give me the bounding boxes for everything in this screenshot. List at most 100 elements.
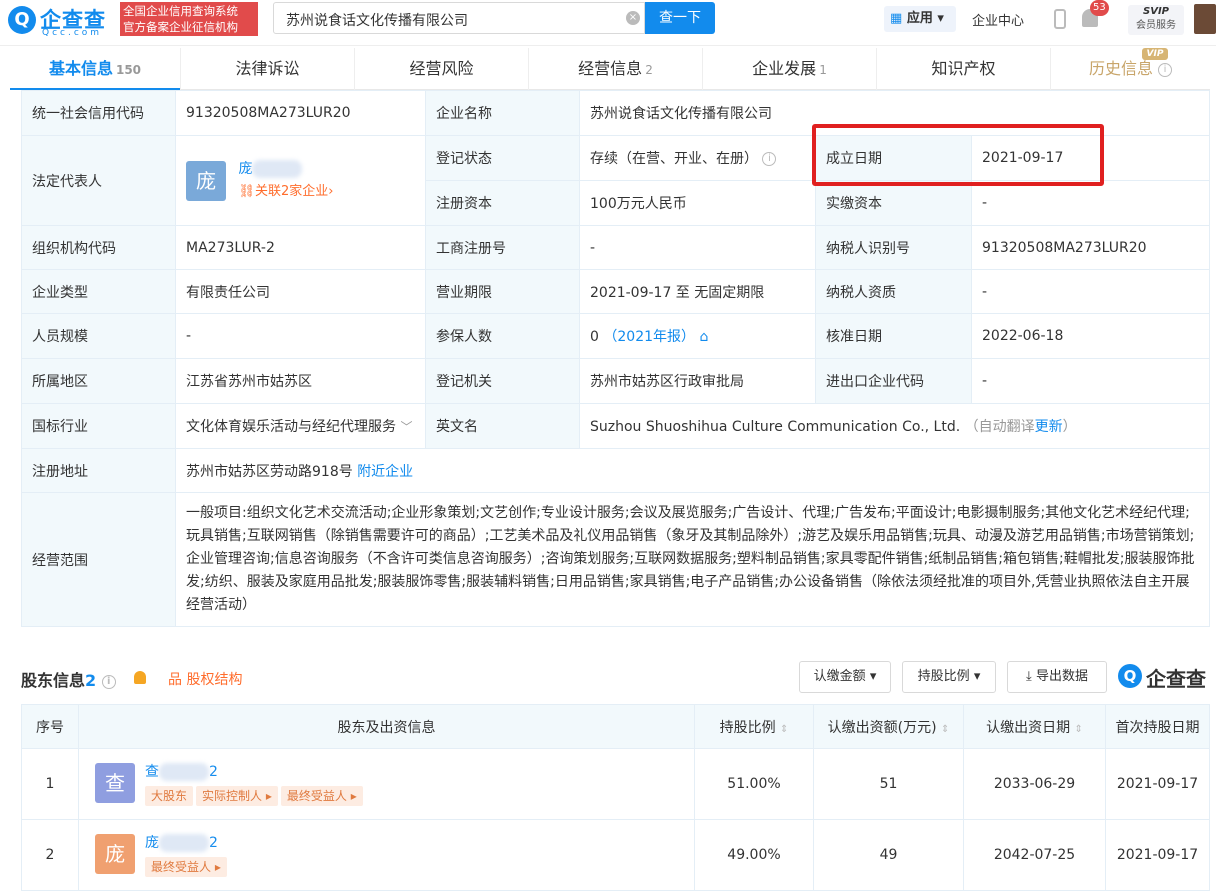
name-suffix: 2 — [209, 764, 218, 780]
shareholder-avatar[interactable]: 查 — [95, 763, 135, 803]
english-name-value: Suzhou Shuoshihua Culture Communication … — [590, 419, 961, 435]
address-value: 苏州市姑苏区劳动路918号 — [186, 463, 353, 480]
ie-code-value: - — [970, 358, 1211, 404]
column-header: 股东及出资信息 — [78, 704, 695, 749]
tab-operations[interactable]: 经营信息 2 — [528, 48, 702, 90]
tab-litigation[interactable]: 法律诉讼 — [180, 48, 354, 90]
table-row: 1 查 查2 大股东 实际控制人 ▸ 最终受益人 ▸ 51.00% 51 2033-… — [21, 748, 1210, 820]
biz-reg-no-value: - — [579, 225, 816, 270]
equity-structure-link[interactable]: 品 股权结构 — [168, 669, 242, 689]
vip-tag: VIP — [1142, 48, 1168, 60]
alert-bell-icon[interactable] — [134, 671, 146, 684]
header-label: 认缴出资日期 — [986, 719, 1071, 736]
redacted-mask — [159, 834, 209, 852]
field-label: 法定代表人 — [21, 135, 176, 226]
legal-rep-avatar[interactable]: 庞 — [186, 160, 226, 201]
notification-count: 53 — [1090, 0, 1109, 16]
tab-history[interactable]: 历史信息 i — [1050, 48, 1210, 90]
field-label: 统一社会信用代码 — [21, 90, 176, 136]
link-icon: ⛓ — [238, 184, 255, 199]
annual-report-link[interactable]: （2021年报） — [603, 329, 695, 345]
field-label: 所属地区 — [21, 358, 176, 404]
button-label: 认缴金额 — [813, 669, 866, 684]
sort-ratio-button[interactable]: 持股比例 ▾ — [902, 661, 996, 693]
field-label: 营业期限 — [425, 269, 580, 314]
shareholder-tags: 大股东 实际控制人 ▸ 最终受益人 ▸ — [145, 786, 366, 806]
field-label: 组织机构代码 — [21, 225, 176, 270]
tab-label: 法律诉讼 — [235, 59, 300, 78]
column-header-sortable[interactable]: 认缴出资日期 ⇕ — [963, 704, 1106, 749]
column-header: 序号 — [21, 704, 79, 749]
field-label: 工商注册号 — [425, 225, 580, 270]
tag-link[interactable]: 最终受益人 ▸ — [280, 786, 363, 806]
column-header-sortable[interactable]: 认缴出资额(万元) ⇕ — [813, 704, 964, 749]
apps-menu-button[interactable]: ▦ 应用 ▾ — [884, 6, 956, 32]
reg-status-cell: 存续（在营、开业、在册） i — [579, 135, 816, 181]
tab-development[interactable]: 企业发展 1 — [702, 48, 876, 90]
field-label: 登记机关 — [425, 358, 580, 404]
shareholder-name[interactable]: 庞2 — [145, 832, 218, 852]
sort-amount-button[interactable]: 认缴金额 ▾ — [799, 661, 891, 693]
caret-down-icon: ▾ — [973, 669, 981, 684]
shareholder-avatar[interactable]: 庞 — [95, 834, 135, 874]
paid-capital-value: - — [970, 180, 1211, 226]
tab-risk[interactable]: 经营风险 — [354, 48, 528, 90]
industry-cell[interactable]: 文化体育娱乐活动与经纪代理服务 ﹀ — [175, 403, 426, 449]
search-input[interactable]: 苏州说食话文化传播有限公司 × — [273, 2, 645, 34]
reg-capital-value: 100万元人民币 — [579, 180, 816, 226]
caret-down-icon: ▾ — [869, 669, 877, 684]
authority-value: 苏州市姑苏区行政审批局 — [579, 358, 816, 404]
field-label: 参保人数 — [425, 313, 580, 359]
tab-count: 150 — [115, 63, 142, 77]
field-label: 经营范围 — [21, 492, 176, 627]
tag-link[interactable]: 实际控制人 ▸ — [196, 786, 278, 806]
tag: 大股东 — [145, 786, 194, 806]
update-link[interactable]: 更新 — [1035, 419, 1063, 435]
nearby-companies-link[interactable]: 附近企业 — [357, 464, 413, 480]
region-value: 江苏省苏州市姑苏区 — [175, 358, 426, 404]
search-button[interactable]: 查一下 — [645, 2, 715, 34]
badge-line-2: 官方备案企业征信机构 — [123, 20, 238, 34]
column-header: 首次持股日期 — [1105, 704, 1210, 749]
shareholder-name[interactable]: 查2 — [145, 761, 218, 781]
info-icon[interactable]: i — [101, 674, 116, 689]
field-label: 核准日期 — [815, 313, 972, 359]
export-button[interactable]: ⤓ 导出数据 — [1007, 661, 1107, 693]
chevron-right-icon: › — [328, 184, 334, 199]
insured-cell: 0 （2021年报） ⌂ — [579, 313, 816, 359]
clear-icon[interactable]: × — [626, 11, 640, 25]
legal-rep-name[interactable]: 庞 — [238, 161, 252, 177]
tab-basic-info[interactable]: 基本信息 150 — [10, 48, 180, 90]
subscription-date: 2033-06-29 — [963, 748, 1106, 820]
qcc-watermark-logo: Q 企查查 — [1118, 662, 1210, 692]
svip-button[interactable]: SVIP 会员服务 — [1128, 5, 1184, 35]
tab-count: 2 — [645, 63, 653, 77]
user-avatar[interactable] — [1194, 4, 1216, 34]
name-text: 庞 — [145, 835, 159, 851]
field-label: 登记状态 — [425, 135, 580, 181]
tab-count: 1 — [819, 63, 827, 77]
tab-label: 企业发展 — [752, 59, 817, 78]
industry-value: 文化体育娱乐活动与经纪代理服务 — [186, 419, 396, 435]
column-header-sortable[interactable]: 持股比例 ⇕ — [694, 704, 814, 749]
shareholders-title: 股东信息2 i — [21, 667, 116, 691]
download-icon: ⤓ — [1026, 669, 1032, 684]
info-icon[interactable]: i — [762, 152, 777, 166]
taxpayer-qual-value: - — [970, 269, 1211, 314]
amount-value: 51 — [813, 748, 964, 820]
insured-value: 0 — [590, 329, 599, 345]
equity-link-label: 股权结构 — [186, 672, 243, 688]
tag-label: 实际控制人 — [202, 789, 263, 803]
chevron-down-icon: ﹀ — [400, 420, 413, 434]
qcc-logo[interactable]: Q 企查查 Qcc.com — [8, 4, 120, 40]
field-label: 进出口企业代码 — [815, 358, 972, 404]
logo-subtext: Qcc.com — [42, 28, 103, 38]
sort-icon: ⇕ — [1074, 723, 1083, 735]
chart-icon[interactable]: ⌂ — [699, 329, 708, 345]
related-companies-link[interactable]: ⛓关联2家企业› — [238, 184, 333, 199]
mobile-icon[interactable] — [1054, 9, 1066, 29]
tab-ip[interactable]: 知识产权 — [876, 48, 1050, 90]
tag-link[interactable]: 最终受益人 ▸ — [145, 857, 227, 877]
enterprise-center-link[interactable]: 企业中心 — [972, 10, 1024, 29]
header-label: 持股比例 — [719, 719, 776, 736]
